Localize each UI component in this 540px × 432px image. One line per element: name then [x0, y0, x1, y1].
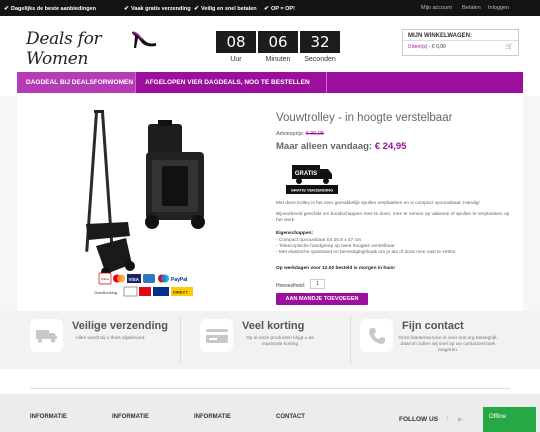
feature-discount: Veel korting Op al onze producten krijgt…: [190, 311, 340, 369]
feature-desc: Alles wordt bij u thuis afgeleverd: [75, 336, 145, 341]
phone-icon: [360, 319, 393, 352]
usp-item: ✔ Vaak gratis verzending: [124, 5, 191, 13]
truck-icon: [30, 319, 63, 352]
feature-item: - Met elastische spanband en bevestiging…: [276, 250, 456, 255]
check-icon: ✔: [264, 6, 270, 12]
feature-contact: Fijn contact Onze klantenservice is voor…: [350, 311, 520, 369]
cart-summary: 0 item(s) - € 0,00 🛒: [408, 43, 513, 50]
countdown-minutes: 06 Minuten: [258, 31, 298, 63]
chat-status-button[interactable]: Offline: [483, 407, 536, 432]
my-account-link[interactable]: Mijn account: [421, 5, 452, 11]
deal-price: Maar alleen vandaag: € 24,95: [276, 141, 407, 152]
free-shipping-bottom: GRATIS VERZENDING: [291, 188, 333, 193]
payment-logo-visa: VISA: [129, 277, 140, 282]
old-price: Adviesprijs: € 39,95: [276, 131, 325, 137]
spacer-band: [0, 369, 540, 389]
divider: [180, 316, 181, 364]
nav-divider: [326, 72, 327, 93]
nav-item-past-deals[interactable]: AFGELOPEN VIER DAGDEALS, NOG TE BESTELLE…: [136, 72, 326, 93]
quantity-input[interactable]: 1: [310, 279, 325, 289]
usp-item: ✔ Veilig en snel betalen: [194, 5, 257, 13]
nav-item-daily-deal[interactable]: DAGDEAL BIJ DEALSFORWOMEN: [17, 72, 135, 93]
check-icon: ✔: [4, 6, 10, 12]
payment-logos: iDEAL VISA PayPal OverBooking DIRECT: [94, 272, 193, 297]
payment-logo-overboeking: OverBooking: [94, 290, 117, 295]
twitter-icon[interactable]: t: [447, 416, 449, 422]
delivery-note: Op werkdagen voor 12.00 besteld is morge…: [276, 266, 395, 271]
youtube-icon[interactable]: ▶: [458, 416, 463, 423]
countdown-seconds: 32 Seconden: [300, 31, 340, 63]
main-nav: DAGDEAL BIJ DEALSFORWOMEN AFGELOPEN VIER…: [17, 72, 523, 93]
check-icon: ✔: [194, 6, 200, 12]
cart-title: MIJN WINKELWAGEN:: [403, 30, 518, 41]
checkout-link[interactable]: Betalen: [462, 5, 481, 11]
countdown-hours: 08 Uur: [216, 31, 256, 63]
feature-title: Veilige verzending: [72, 320, 168, 332]
free-shipping-badge: GRATIS GRATIS VERZENDING: [286, 165, 338, 194]
site-logo[interactable]: Deals for Women: [26, 26, 156, 69]
product-description: Met deze trolley is het zeer gemakkelijk…: [276, 201, 480, 206]
cart-icon[interactable]: 🛒: [506, 43, 513, 50]
free-shipping-top: GRATIS: [295, 171, 317, 177]
add-to-cart-button[interactable]: AAN MANDJE TOEVOEGEN: [276, 293, 368, 305]
login-link[interactable]: Inloggen: [488, 5, 509, 11]
product-description: Bijvoorbeeld geschikt om boodschappen me…: [276, 212, 510, 224]
feature-title: Veel korting: [242, 320, 305, 332]
footer-heading: INFORMATIE: [112, 414, 149, 420]
check-icon: ✔: [124, 6, 130, 12]
feature-desc: Op al onze producten krijgt u de maximal…: [246, 336, 314, 347]
feature-desc: Onze klantenservice is voor ons erg bela…: [398, 336, 498, 353]
payment-logo-ideal: iDEAL: [101, 277, 110, 281]
footer-heading: INFORMATIE: [194, 414, 231, 420]
footer: [0, 394, 540, 432]
feature-title: Fijn contact: [402, 320, 464, 332]
payment-logo-direct: DIRECT: [173, 290, 188, 295]
feature-shipping: Veilige verzending Alles wordt bij u thu…: [20, 311, 170, 369]
divider: [30, 388, 510, 389]
top-bar: ✔ Dagelijks de beste aanbiedingen ✔ Vaak g…: [0, 0, 540, 16]
payment-logo-paypal: PayPal: [171, 277, 188, 283]
product-title: Vouwtrolley - in hoogte verstelbaar: [276, 112, 453, 124]
follow-us-label: FOLLOW US: [399, 416, 438, 423]
features-heading: Eigenschappen:: [276, 231, 314, 236]
usp-item: ✔ OP = OP!: [264, 5, 295, 13]
credit-card-icon: [200, 319, 233, 352]
footer-heading: INFORMATIE: [30, 414, 67, 420]
usp-item: ✔ Dagelijks de beste aanbiedingen: [4, 5, 97, 13]
facebook-icon[interactable]: f: [437, 416, 439, 422]
high-heel-icon: [132, 31, 156, 48]
footer-heading: CONTACT: [276, 414, 305, 420]
mini-cart[interactable]: MIJN WINKELWAGEN: 0 item(s) - € 0,00 🛒: [402, 29, 519, 56]
quantity-label: Hoeveelheid:: [276, 283, 306, 289]
